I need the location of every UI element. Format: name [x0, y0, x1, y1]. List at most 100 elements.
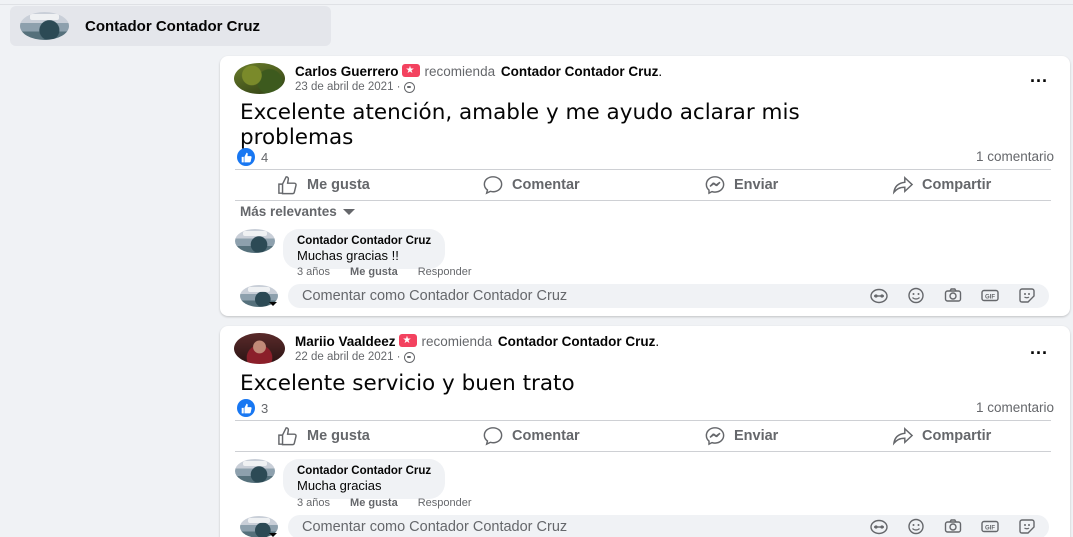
more-options-button[interactable]: ... [1030, 338, 1048, 359]
page-link[interactable]: Contador Contador Cruz [498, 334, 656, 349]
comment-label: Comentar [512, 177, 580, 193]
comment-composer: Comentar como Contador Contador Cruz GIF [240, 284, 1049, 308]
comment-composer: Comentar como Contador Contador Cruz GIF [240, 515, 1049, 537]
comment-button[interactable]: Comentar [482, 426, 580, 446]
recommend-icon [398, 332, 417, 349]
avatar-sticker-icon[interactable] [869, 287, 889, 304]
post-text-line: Excelente atención, amable y me ayudo ac… [240, 100, 800, 125]
divider [235, 420, 1051, 421]
emoji-icon[interactable] [906, 287, 926, 304]
author-avatar[interactable] [234, 63, 285, 94]
post-header: Mariio Vaaldeez recomienda Contador Conta… [234, 332, 659, 364]
commenter-avatar[interactable] [235, 459, 275, 483]
reaction-summary[interactable]: 3 [237, 399, 268, 417]
share-label: Compartir [922, 428, 992, 444]
comment-input-placeholder: Comentar como Contador Contador Cruz [302, 288, 568, 304]
more-options-button[interactable]: ... [1030, 66, 1048, 87]
messenger-icon [705, 176, 725, 195]
send-label: Enviar [734, 177, 779, 193]
send-button[interactable]: Enviar [704, 175, 778, 195]
chevron-down-icon[interactable] [269, 533, 277, 537]
post-card: Carlos Guerrero recomienda Contador Conta… [220, 56, 1070, 316]
divider [235, 451, 1051, 452]
comment-author[interactable]: Contador Contador Cruz [297, 235, 431, 247]
reaction-summary[interactable]: 4 [237, 148, 268, 166]
top-bar: Contador Contador Cruz [0, 0, 1073, 48]
divider [235, 200, 1051, 201]
comment-bubble: Contador Contador Cruz Muchas gracias !! [283, 229, 446, 269]
post-text-line: Excelente servicio y buen trato [240, 371, 575, 396]
globe-icon [403, 351, 415, 363]
svg-text:GIF: GIF [985, 294, 995, 300]
comment: Contador Contador Cruz Muchas gracias !! [235, 229, 446, 269]
comment-actions: 3 años Me gusta Responder [297, 266, 472, 278]
like-button[interactable]: Me gusta [277, 426, 370, 446]
like-count: 4 [261, 149, 269, 165]
post-text: Excelente atención, amable y me ayudo ac… [240, 100, 800, 150]
comment-icon [483, 427, 503, 446]
share-button[interactable]: Compartir [892, 426, 991, 446]
comment-reply-button[interactable]: Responder [418, 266, 472, 278]
comment-input[interactable]: Comentar como Contador Contador Cruz GIF [288, 284, 1049, 308]
commenter-avatar[interactable] [235, 229, 275, 253]
post-card: Mariio Vaaldeez recomienda Contador Conta… [220, 326, 1070, 537]
like-icon [278, 176, 297, 195]
comment-reply-button[interactable]: Responder [418, 497, 472, 509]
comment-input-placeholder: Comentar como Contador Contador Cruz [302, 519, 568, 535]
sticker-icon[interactable] [1017, 287, 1037, 304]
like-button[interactable]: Me gusta [277, 175, 370, 195]
recommend-verb: recomienda [421, 334, 493, 349]
camera-icon[interactable] [943, 287, 963, 304]
share-button[interactable]: Compartir [892, 175, 991, 195]
svg-text:GIF: GIF [985, 525, 995, 531]
divider [235, 169, 1051, 170]
sort-label: Más relevantes [240, 204, 337, 219]
page-avatar [20, 12, 69, 40]
comment-button[interactable]: Comentar [482, 175, 580, 195]
post-date[interactable]: 22 de abril de 2021 · [295, 351, 401, 363]
chevron-down-icon[interactable] [269, 302, 277, 306]
share-icon [892, 427, 914, 446]
author-name[interactable]: Mariio Vaaldeez [295, 334, 396, 349]
comment-input[interactable]: Comentar como Contador Contador Cruz GIF [288, 515, 1049, 537]
author-name[interactable]: Carlos Guerrero [295, 64, 399, 79]
like-reaction-icon [237, 399, 255, 417]
comment-like-button[interactable]: Me gusta [350, 266, 398, 278]
recommend-icon [401, 62, 420, 79]
avatar-sticker-icon[interactable] [869, 518, 889, 535]
comment-author[interactable]: Contador Contador Cruz [297, 465, 431, 477]
send-label: Enviar [734, 428, 779, 444]
page-link[interactable]: Contador Contador Cruz [501, 64, 659, 79]
send-button[interactable]: Enviar [704, 426, 778, 446]
page-chip[interactable]: Contador Contador Cruz [10, 6, 331, 46]
sort-dropdown[interactable]: Más relevantes [240, 204, 355, 219]
comment-icon [483, 176, 503, 195]
post-text-line: problemas [240, 125, 354, 150]
comment-like-button[interactable]: Me gusta [350, 497, 398, 509]
messenger-icon [705, 427, 725, 446]
comment-age[interactable]: 3 años [297, 497, 330, 509]
comment-text: Muchas gracias !! [297, 248, 399, 263]
like-label: Me gusta [307, 177, 370, 193]
author-avatar[interactable] [234, 333, 285, 364]
comment-bubble: Contador Contador Cruz Mucha gracias [283, 459, 446, 499]
post-date[interactable]: 23 de abril de 2021 · [295, 81, 401, 93]
sticker-icon[interactable] [1017, 518, 1037, 535]
gif-icon[interactable]: GIF [980, 287, 1000, 304]
comment-age[interactable]: 3 años [297, 266, 330, 278]
comment-label: Comentar [512, 428, 580, 444]
like-icon [278, 427, 297, 446]
share-icon [892, 176, 914, 195]
comment-text: Mucha gracias [297, 478, 382, 493]
sentence-period: . [658, 64, 663, 79]
emoji-icon[interactable] [906, 518, 926, 535]
comment-count[interactable]: 1 comentario [976, 400, 1054, 415]
chevron-down-icon [342, 208, 355, 215]
post-text: Excelente servicio y buen trato [240, 371, 575, 396]
gif-icon[interactable]: GIF [980, 518, 1000, 535]
camera-icon[interactable] [943, 518, 963, 535]
top-divider [0, 4, 1073, 5]
comment-actions: 3 años Me gusta Responder [297, 497, 472, 509]
like-reaction-icon [237, 148, 255, 166]
comment-count[interactable]: 1 comentario [976, 149, 1054, 164]
